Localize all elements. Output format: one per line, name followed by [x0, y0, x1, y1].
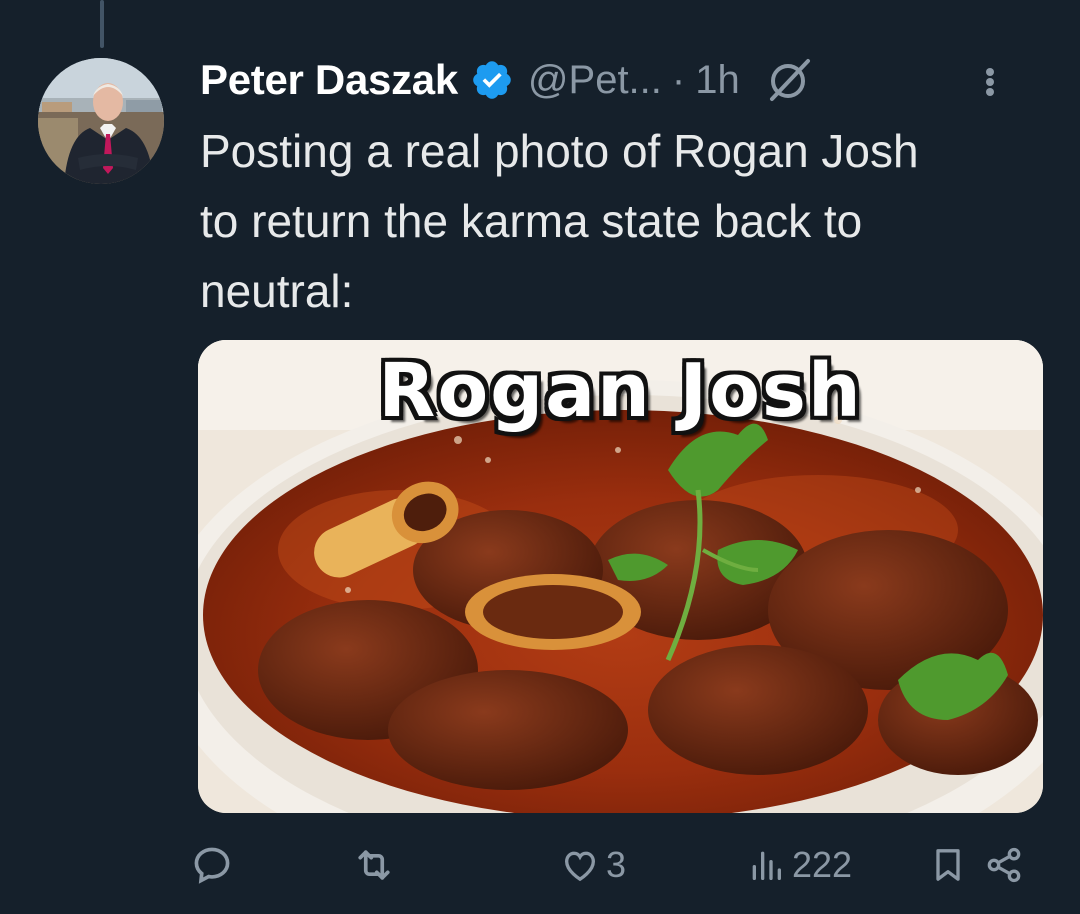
author-name[interactable]: Peter Daszak: [200, 56, 458, 104]
header-separator: ·: [671, 57, 686, 102]
share-icon: [984, 845, 1024, 885]
bookmark-button[interactable]: [928, 835, 968, 895]
media-caption-text: Rogan Josh: [378, 348, 863, 434]
retweet-button[interactable]: [352, 835, 402, 895]
share-button[interactable]: [984, 835, 1024, 895]
author-handle[interactable]: @Pet...: [528, 58, 662, 103]
reply-icon: [190, 843, 234, 887]
retweet-icon: [352, 843, 396, 887]
thread-connector-line: [100, 0, 104, 48]
views-button[interactable]: 222: [746, 835, 852, 895]
tweet-header: Peter Daszak @Pet... · 1h: [200, 52, 1050, 108]
like-count: 3: [606, 844, 627, 885]
reply-button[interactable]: [190, 835, 240, 895]
tweet-timestamp[interactable]: 1h: [695, 58, 740, 103]
bookmark-icon: [928, 845, 968, 885]
views-icon: [746, 845, 786, 885]
tweet-media-image[interactable]: Rogan Josh: [198, 340, 1043, 813]
grok-icon[interactable]: [766, 57, 812, 103]
heart-icon: [560, 845, 600, 885]
like-button[interactable]: 3: [560, 835, 626, 895]
tweet-text: Posting a real photo of Rogan Josh to re…: [200, 125, 919, 317]
more-options-icon[interactable]: [980, 62, 1000, 102]
avatar[interactable]: [38, 58, 164, 184]
views-count: 222: [792, 844, 853, 885]
tweet-actions-bar: 3 222: [190, 835, 1040, 895]
verified-badge-icon: [470, 58, 514, 102]
